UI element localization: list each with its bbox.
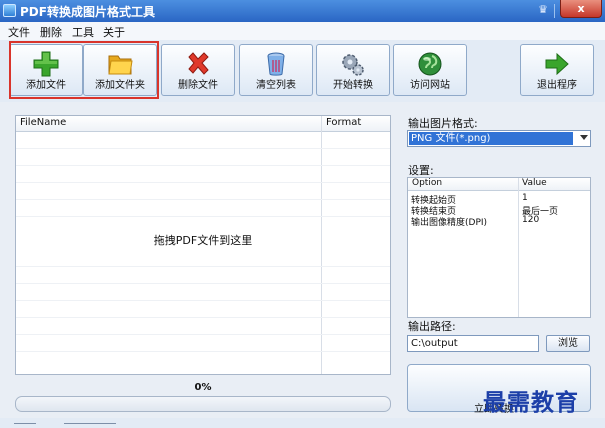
column-option: Option [412,178,443,188]
highlight-box [9,41,159,99]
menu-file[interactable]: 文件 [8,24,30,40]
status-bar [0,418,605,428]
list-row-line [16,300,390,301]
drop-hint: 拖拽PDF文件到这里 [153,234,253,247]
visit-site-label: 访问网站 [410,80,450,91]
output-format-select[interactable]: PNG 文件(*.png) [407,130,591,147]
settings-grid[interactable]: Option Value 转换起始页 1 转换结束页 最后一页 输出图像精度(D… [407,177,591,318]
clear-list-label: 清空列表 [256,80,296,91]
start-convert-label: 开始转换 [333,80,373,91]
settings-label: 设置: [408,164,434,177]
list-row-line [16,148,390,149]
column-format[interactable]: Format [326,117,361,128]
list-row-line [16,334,390,335]
titlebar-divider [554,4,555,18]
watermark: 最需教育 [483,389,579,416]
list-row-line [16,165,390,166]
app-icon [3,4,16,17]
list-row-line [16,317,390,318]
list-row-line [16,182,390,183]
menu-about[interactable]: 关于 [103,24,125,40]
close-button[interactable]: x [560,0,602,18]
setting-start-page-value[interactable]: 1 [522,193,528,203]
column-value: Value [522,178,547,188]
delete-file-label: 删除文件 [178,80,218,91]
arrow-right-icon [545,52,569,76]
status-dash [64,423,116,424]
setting-dpi-option[interactable]: 输出图像精度(DPI) [411,215,487,228]
list-row-line [16,266,390,267]
delete-x-icon [188,52,209,75]
menu-delete[interactable]: 删除 [40,24,62,40]
list-row-line [16,216,390,217]
menu-bar: 文件 删除 工具 关于 [0,22,605,41]
trash-can-icon [267,52,285,76]
setting-dpi-value[interactable]: 120 [522,215,539,225]
browse-button[interactable]: 浏览 [546,335,590,352]
file-list-header: FileName Format [16,116,390,132]
status-dash [14,423,36,424]
skin-icon[interactable]: ♛ [536,3,550,17]
chevron-down-icon[interactable] [580,135,588,140]
output-format-value: PNG 文件(*.png) [409,132,573,145]
clear-list-button[interactable]: 清空列表 [239,44,313,96]
output-format-label: 输出图片格式: [408,117,478,130]
list-row-line [16,283,390,284]
title-bar: PDF转换成图片格式工具 ♛ x [0,0,605,22]
column-filename[interactable]: FileName [20,117,66,128]
window-title: PDF转换成图片格式工具 [20,5,155,19]
settings-column-divider [518,178,519,317]
exit-button[interactable]: 退出程序 [520,44,594,96]
exit-label: 退出程序 [537,80,577,91]
output-path-input[interactable]: C:\output [407,335,539,352]
gears-icon [342,54,364,76]
menu-tools[interactable]: 工具 [72,24,94,40]
list-row-line [16,199,390,200]
list-row-line [16,351,390,352]
progress-percent: 0% [194,382,212,393]
output-path-label: 输出路径: [408,320,456,333]
visit-site-button[interactable]: 访问网站 [393,44,467,96]
globe-icon [418,52,442,76]
file-list[interactable]: FileName Format 拖拽PDF文件到这里 [15,115,391,375]
delete-file-button[interactable]: 删除文件 [161,44,235,96]
settings-header: Option Value [408,178,590,191]
progress-bar [15,396,391,412]
start-convert-button[interactable]: 开始转换 [316,44,390,96]
